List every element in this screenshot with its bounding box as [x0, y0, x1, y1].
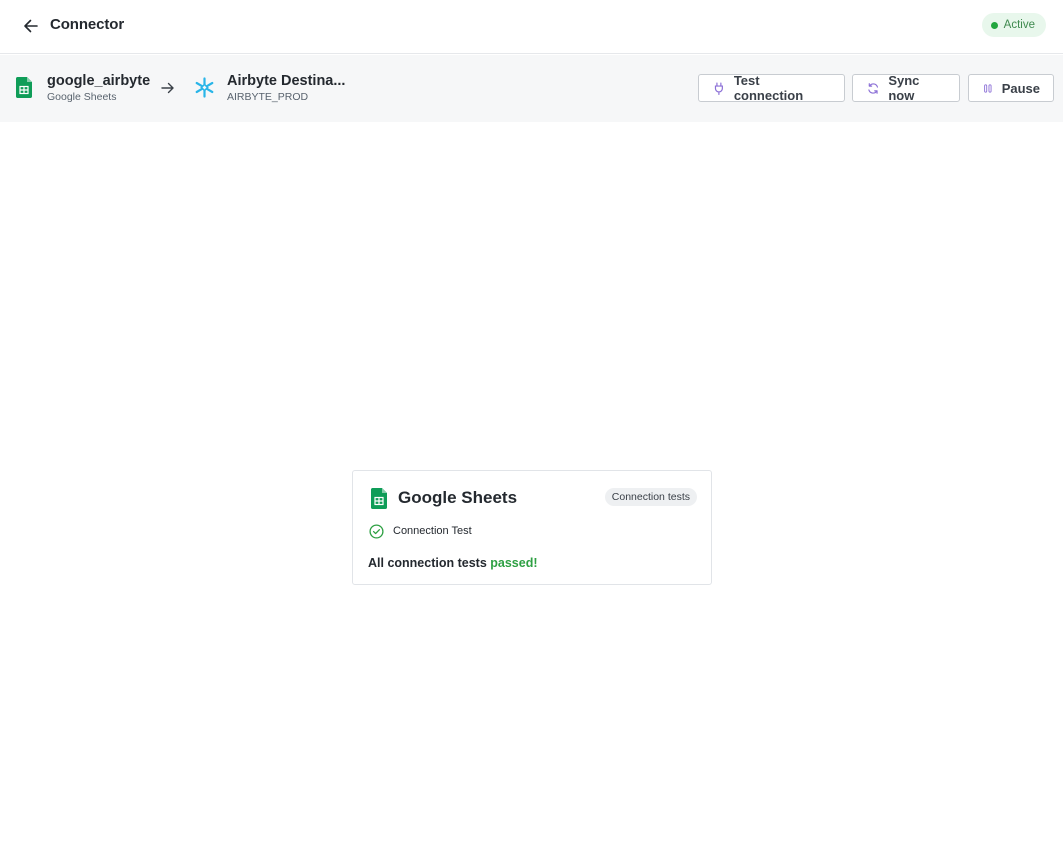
test-result: All connection tests passed! — [368, 556, 538, 570]
result-status: passed! — [490, 556, 538, 570]
connection-tests-badge: Connection tests — [604, 488, 697, 506]
destination-name: Airbyte Destina... — [227, 73, 346, 89]
check-circle-icon — [369, 524, 384, 539]
pause-label: Pause — [1001, 80, 1040, 96]
pause-icon — [984, 83, 992, 93]
status-label: Active — [1003, 19, 1035, 31]
result-prefix: All connection tests — [368, 556, 487, 570]
sync-now-label: Sync now — [888, 73, 920, 103]
google-sheets-icon — [371, 488, 387, 509]
page-title: Connector — [50, 16, 125, 33]
status-badge: Active — [981, 13, 1046, 37]
destination-type: AIRBYTE_PROD — [227, 91, 309, 103]
card-title: Google Sheets — [398, 488, 518, 507]
refresh-icon — [868, 82, 879, 94]
test-connection-label: Test connection — [733, 73, 804, 103]
back-button[interactable] — [20, 15, 42, 37]
source-type: Google Sheets — [47, 91, 117, 103]
connection-test-card: Google Sheets Connection tests Connectio… — [352, 470, 712, 585]
arrow-left-icon — [24, 19, 38, 33]
snowflake-icon — [195, 77, 214, 98]
pause-button[interactable]: Pause — [968, 74, 1054, 102]
arrow-right-icon — [161, 82, 174, 94]
google-sheets-icon — [16, 77, 32, 98]
connection-test-label: Connection Test — [393, 525, 472, 537]
top-bar: Connector Active — [0, 0, 1063, 54]
status-dot-icon — [990, 21, 998, 29]
plug-icon — [714, 81, 723, 95]
source-name: google_airbyte — [47, 73, 151, 89]
sync-now-button[interactable]: Sync now — [852, 73, 960, 103]
test-connection-button[interactable]: Test connection — [698, 73, 845, 103]
